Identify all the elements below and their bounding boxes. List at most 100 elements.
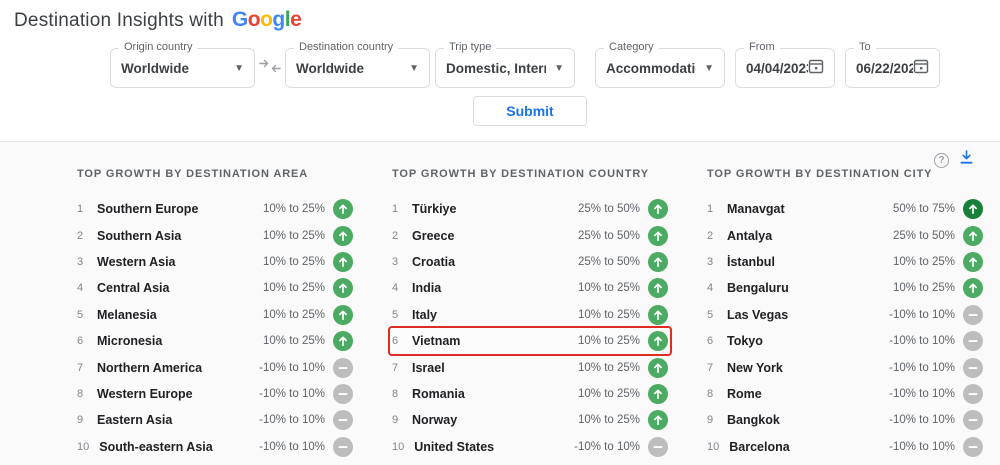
row-value: 10% to 25% [263, 309, 325, 321]
logo-letter: g [272, 8, 284, 31]
submit-button[interactable]: Submit [473, 96, 587, 126]
trip-type-select[interactable]: Trip type Domestic, Interna... ▼ [435, 48, 575, 88]
flat-trend-icon [963, 305, 983, 325]
row-rank: 1 [77, 203, 87, 215]
chevron-down-icon: ▼ [704, 63, 714, 74]
table-row: 4 India 10% to 25% [390, 275, 670, 301]
table-row: 5 Melanesia 10% to 25% [75, 302, 355, 328]
chevron-down-icon: ▼ [554, 63, 564, 74]
row-name: India [412, 281, 578, 295]
table-row: 8 Western Europe -10% to 10% [75, 381, 355, 407]
destination-country-select[interactable]: Destination country Worldwide ▼ [285, 48, 430, 88]
row-rank: 2 [77, 230, 87, 242]
up-arrow-icon [648, 384, 668, 404]
table-row: 4 Bengaluru 10% to 25% [705, 275, 985, 301]
row-name: Manavgat [727, 202, 893, 216]
table-row: 8 Romania 10% to 25% [390, 381, 670, 407]
row-name: Croatia [412, 255, 578, 269]
row-name: İstanbul [727, 255, 893, 269]
category-value: Accommodation [606, 61, 696, 76]
table-row: 3 İstanbul 10% to 25% [705, 249, 985, 275]
row-name: Antalya [727, 229, 893, 243]
origin-country-select[interactable]: Origin country Worldwide ▼ [110, 48, 255, 88]
table-row: 10 South-eastern Asia -10% to 10% [75, 434, 355, 460]
up-arrow-icon [648, 199, 668, 219]
section-tools: ? [934, 150, 974, 170]
row-rank: 8 [392, 388, 402, 400]
route-swap-icon [255, 59, 285, 78]
up-arrow-icon [963, 226, 983, 246]
chevron-down-icon: ▼ [409, 63, 419, 74]
row-name: Bengaluru [727, 281, 893, 295]
row-value: 10% to 25% [263, 282, 325, 294]
row-value: 10% to 25% [578, 362, 640, 374]
row-value: 25% to 50% [578, 256, 640, 268]
chevron-down-icon: ▼ [234, 63, 244, 74]
row-value: 10% to 25% [893, 256, 955, 268]
flat-trend-icon [963, 410, 983, 430]
row-name: Italy [412, 308, 578, 322]
row-rank: 1 [392, 203, 402, 215]
flat-trend-icon [963, 384, 983, 404]
growth-column-country: TOP GROWTH BY DESTINATION COUNTRY 1 Türk… [390, 142, 670, 460]
up-arrow-icon [333, 226, 353, 246]
help-icon[interactable]: ? [934, 153, 949, 168]
growth-columns: TOP GROWTH BY DESTINATION AREA 1 Souther… [0, 142, 1000, 460]
row-value: 10% to 25% [578, 309, 640, 321]
category-label: Category [604, 41, 659, 53]
to-date-field[interactable]: To 06/22/2023 [845, 48, 940, 88]
destination-country-value: Worldwide [296, 61, 364, 76]
flat-trend-icon [333, 410, 353, 430]
download-icon[interactable] [959, 150, 974, 170]
row-value: 10% to 25% [263, 335, 325, 347]
from-date-field[interactable]: From 04/04/2023 [735, 48, 835, 88]
row-rank: 4 [707, 282, 717, 294]
row-name: Central Asia [97, 281, 263, 295]
to-date-label: To [854, 41, 876, 53]
table-row: 10 Barcelona -10% to 10% [705, 434, 985, 460]
category-select[interactable]: Category Accommodation ▼ [595, 48, 725, 88]
table-row: 6 Vietnam 10% to 25% [390, 328, 670, 354]
flat-trend-icon [333, 358, 353, 378]
row-name: Las Vegas [727, 308, 889, 322]
row-value: 10% to 25% [578, 282, 640, 294]
table-row: 9 Norway 10% to 25% [390, 407, 670, 433]
up-arrow-icon [963, 252, 983, 272]
up-arrow-icon [333, 305, 353, 325]
destination-country-label: Destination country [294, 41, 398, 53]
row-value: -10% to 10% [889, 388, 955, 400]
logo-letter: e [290, 8, 301, 31]
trip-type-label: Trip type [444, 41, 496, 53]
flat-trend-icon [333, 384, 353, 404]
row-value: 10% to 25% [263, 230, 325, 242]
table-row: 1 Manavgat 50% to 75% [705, 196, 985, 222]
row-name: Türkiye [412, 202, 578, 216]
origin-country-value: Worldwide [121, 61, 189, 76]
row-rank: 6 [392, 335, 402, 347]
logo-letter: o [248, 8, 260, 31]
up-arrow-icon [648, 358, 668, 378]
from-date-label: From [744, 41, 780, 53]
row-value: -10% to 10% [259, 441, 325, 453]
table-row: 5 Las Vegas -10% to 10% [705, 302, 985, 328]
row-name: Western Europe [97, 387, 259, 401]
table-row: 2 Greece 25% to 50% [390, 222, 670, 248]
submit-row: Submit [473, 96, 1000, 126]
logo-letter: o [260, 8, 272, 31]
row-name: United States [414, 440, 574, 454]
table-row: 1 Southern Europe 10% to 25% [75, 196, 355, 222]
up-arrow-icon [963, 278, 983, 298]
row-value: -10% to 10% [574, 441, 640, 453]
table-row: 3 Western Asia 10% to 25% [75, 249, 355, 275]
column-rows: 1 Manavgat 50% to 75% 2 Antalya 25% to 5… [705, 196, 985, 460]
table-row: 6 Tokyo -10% to 10% [705, 328, 985, 354]
growth-column-area: TOP GROWTH BY DESTINATION AREA 1 Souther… [75, 142, 355, 460]
row-rank: 7 [77, 362, 87, 374]
up-arrow-icon [333, 331, 353, 351]
trip-type-value: Domestic, Interna... [446, 61, 546, 76]
row-rank: 10 [392, 441, 404, 453]
row-rank: 9 [707, 414, 717, 426]
row-rank: 7 [392, 362, 402, 374]
table-row: 5 Italy 10% to 25% [390, 302, 670, 328]
row-rank: 3 [392, 256, 402, 268]
